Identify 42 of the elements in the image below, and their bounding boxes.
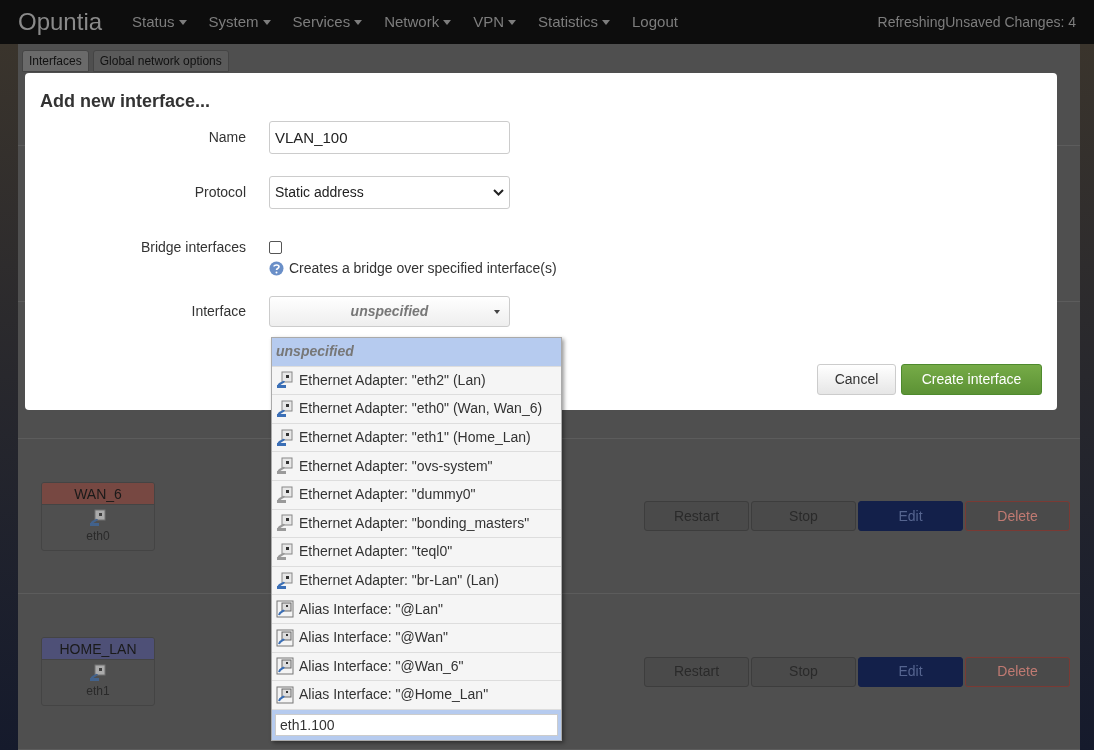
dropdown-option[interactable]: Alias Interface: "@Lan" [272, 595, 561, 624]
dropdown-option[interactable]: Alias Interface: "@Wan_6" [272, 652, 561, 682]
nav-menu-item[interactable]: VPN [473, 10, 516, 34]
dropdown-option[interactable]: Alias Interface: "@Wan" [272, 623, 561, 653]
nav-menu-item[interactable]: Status [132, 10, 187, 34]
interface-dropdown[interactable]: unspecified [269, 296, 510, 327]
nav-menu-item[interactable]: Services [292, 10, 363, 34]
action-button[interactable]: Edit [858, 656, 963, 687]
search-field[interactable]: eth1.100 [275, 713, 558, 736]
action-button[interactable]: Edit [858, 501, 963, 532]
interface-name: WAN_6 [42, 482, 154, 505]
dropdown-option[interactable]: Alias Interface: "@Home_Lan" [272, 681, 561, 710]
dropdown-option[interactable]: Ethernet Adapter: "eth1" (Home_Lan) [272, 423, 561, 453]
action-button[interactable]: Delete [965, 656, 1070, 687]
tab[interactable]: Interfaces [22, 50, 89, 72]
tab[interactable]: Global network options [92, 50, 229, 72]
field-label: Interface [190, 302, 246, 321]
dialog-title: Add new interface... [40, 90, 212, 113]
name-field[interactable]: VLAN_100 [269, 121, 510, 154]
status-text: RefreshingUnsaved Changes: 4 [877, 12, 1076, 32]
nav-menu-item[interactable]: Network [384, 10, 452, 34]
field-label: Protocol [193, 183, 246, 202]
nav-menu-item[interactable]: Statistics [538, 10, 610, 34]
dropdown-option[interactable]: Ethernet Adapter: "eth0" (Wan, Wan_6) [272, 395, 561, 424]
dropdown-option[interactable]: Ethernet Adapter: "eth2" (Lan) [272, 366, 561, 396]
dropdown-option[interactable]: Ethernet Adapter: "br-Lan" (Lan) [272, 566, 561, 596]
create-interface-button[interactable]: Create interface [901, 364, 1042, 395]
field-label: Name [207, 128, 246, 147]
nav-menu-item[interactable]: System [208, 10, 271, 34]
dropdown-option[interactable]: unspecified [272, 338, 561, 367]
interface-name: HOME_LAN [42, 638, 154, 661]
dropdown-option[interactable]: Ethernet Adapter: "dummy0" [272, 480, 561, 510]
nav-menu-item[interactable]: Logout [632, 10, 678, 34]
protocol-select[interactable]: Static address [269, 176, 510, 209]
dropdown-option[interactable]: Ethernet Adapter: "teql0" [272, 538, 561, 567]
dropdown-option[interactable]: Ethernet Adapter: "ovs-system" [272, 452, 561, 481]
field-label: Bridge interfaces [139, 238, 246, 257]
dropdown-option[interactable]: Ethernet Adapter: "bonding_masters" [272, 509, 561, 539]
hint-text: Creates a bridge over specified interface(s) [289, 259, 557, 278]
action-button[interactable]: Delete [965, 501, 1070, 532]
brand-logo[interactable]: Opuntia [18, 4, 103, 40]
cancel-button[interactable]: Cancel [817, 364, 896, 395]
